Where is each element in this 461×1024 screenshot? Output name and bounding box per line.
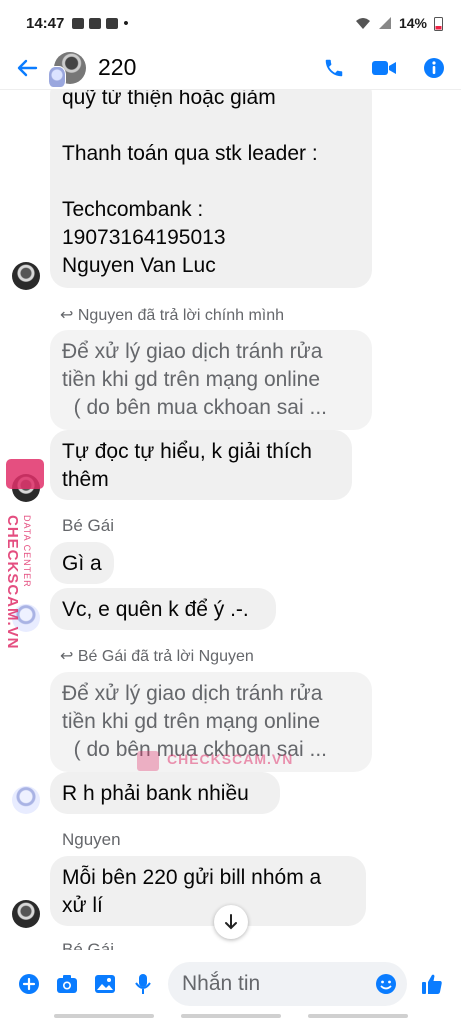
info-icon[interactable] bbox=[423, 57, 445, 79]
message-bubble[interactable]: Mỗi bên 220 gửi bill nhóm a xử lí bbox=[50, 856, 366, 926]
voice-button[interactable] bbox=[124, 973, 162, 995]
conversation-title[interactable]: 220 bbox=[98, 54, 323, 81]
reply-arrow-icon: ↩ bbox=[60, 307, 78, 324]
microphone-icon bbox=[135, 974, 151, 994]
watermark-center: CHECKSCAM.VN bbox=[137, 751, 293, 767]
watermark-sub: DATA CENTER bbox=[22, 515, 32, 588]
message-bubble[interactable]: Gì a bbox=[50, 542, 114, 584]
conversation-header: 220 bbox=[0, 46, 461, 90]
status-time: 14:47 bbox=[26, 14, 65, 32]
message-bubble[interactable]: Tự đọc tự hiểu, k giải thích thêm bbox=[50, 430, 352, 500]
status-bar: 14:47 • 14% bbox=[0, 0, 461, 46]
avatar-be-gai[interactable] bbox=[12, 786, 40, 814]
video-camera-icon[interactable] bbox=[371, 58, 397, 78]
avatar-nguyen[interactable] bbox=[12, 262, 40, 290]
arrow-left-icon bbox=[17, 59, 38, 76]
message-bubble[interactable]: R h phải bank nhiều bbox=[50, 772, 280, 814]
battery-text: 14% bbox=[398, 15, 427, 31]
file-notification-icon bbox=[106, 17, 119, 29]
group-avatar[interactable] bbox=[48, 51, 86, 88]
emoji-icon[interactable] bbox=[375, 973, 397, 995]
dot-icon: • bbox=[123, 14, 129, 32]
thumbs-up-icon bbox=[422, 974, 442, 994]
add-button[interactable] bbox=[10, 973, 48, 995]
reply-note-text: Nguyen đã trả lời chính mình bbox=[77, 307, 285, 324]
arrow-down-icon bbox=[225, 914, 237, 930]
gallery-notification-icon bbox=[72, 17, 85, 29]
signal-icon bbox=[378, 17, 391, 29]
sender-name: Bé Gái bbox=[62, 940, 114, 950]
wifi-icon bbox=[355, 18, 370, 29]
message-input[interactable]: Nhắn tin bbox=[168, 962, 407, 1006]
battery-icon bbox=[434, 16, 443, 31]
camera-icon bbox=[57, 975, 77, 993]
reply-note-text: Bé Gái đã trả lời Nguyen bbox=[77, 648, 254, 665]
system-navigation-bar bbox=[0, 1014, 461, 1024]
like-button[interactable] bbox=[413, 973, 451, 995]
sender-name: Bé Gái bbox=[62, 516, 114, 535]
scroll-to-bottom-button[interactable] bbox=[214, 905, 248, 939]
reply-arrow-icon: ↩ bbox=[60, 648, 78, 665]
gallery-button[interactable] bbox=[86, 974, 124, 994]
quoted-message[interactable]: Để xử lý giao dịch tránh rửa tiền khi gd… bbox=[50, 330, 372, 430]
nav-recents[interactable] bbox=[53, 1014, 154, 1018]
camera-button[interactable] bbox=[48, 974, 86, 994]
watermark-center-text: CHECKSCAM.VN bbox=[167, 751, 294, 767]
message-bubble[interactable]: Vc, e quên k để ý .-. bbox=[50, 588, 276, 630]
header-actions bbox=[323, 57, 445, 79]
avatar-nguyen[interactable] bbox=[12, 900, 40, 928]
reply-indicator: ↩ Bé Gái đã trả lời Nguyen bbox=[60, 646, 254, 666]
plus-icon bbox=[19, 974, 39, 994]
reply-indicator: ↩ Nguyen đã trả lời chính mình bbox=[60, 305, 284, 325]
composer-bar: Nhắn tin bbox=[0, 952, 461, 1016]
status-right: 14% bbox=[355, 15, 443, 31]
message-list[interactable]: quỹ từ thiện hoặc giảm Thanh toán qua st… bbox=[0, 90, 461, 950]
lock-icon bbox=[6, 459, 44, 489]
back-button[interactable] bbox=[0, 57, 54, 79]
group-avatar-secondary bbox=[48, 65, 66, 88]
message-input-placeholder: Nhắn tin bbox=[182, 972, 261, 995]
watermark-side: CHECKSCAM.VN DATA CENTER bbox=[0, 455, 44, 655]
watermark-brand: CHECKSCAM.VN bbox=[4, 515, 21, 650]
notification-icons: • bbox=[72, 14, 129, 32]
message-bubble[interactable]: quỹ từ thiện hoặc giảm Thanh toán qua st… bbox=[50, 90, 372, 288]
phone-icon[interactable] bbox=[323, 57, 345, 79]
nav-home[interactable] bbox=[180, 1014, 281, 1018]
nav-back[interactable] bbox=[307, 1014, 408, 1018]
sender-name: Nguyen bbox=[62, 830, 121, 849]
youtube-notification-icon bbox=[89, 17, 102, 29]
image-icon bbox=[95, 975, 115, 993]
